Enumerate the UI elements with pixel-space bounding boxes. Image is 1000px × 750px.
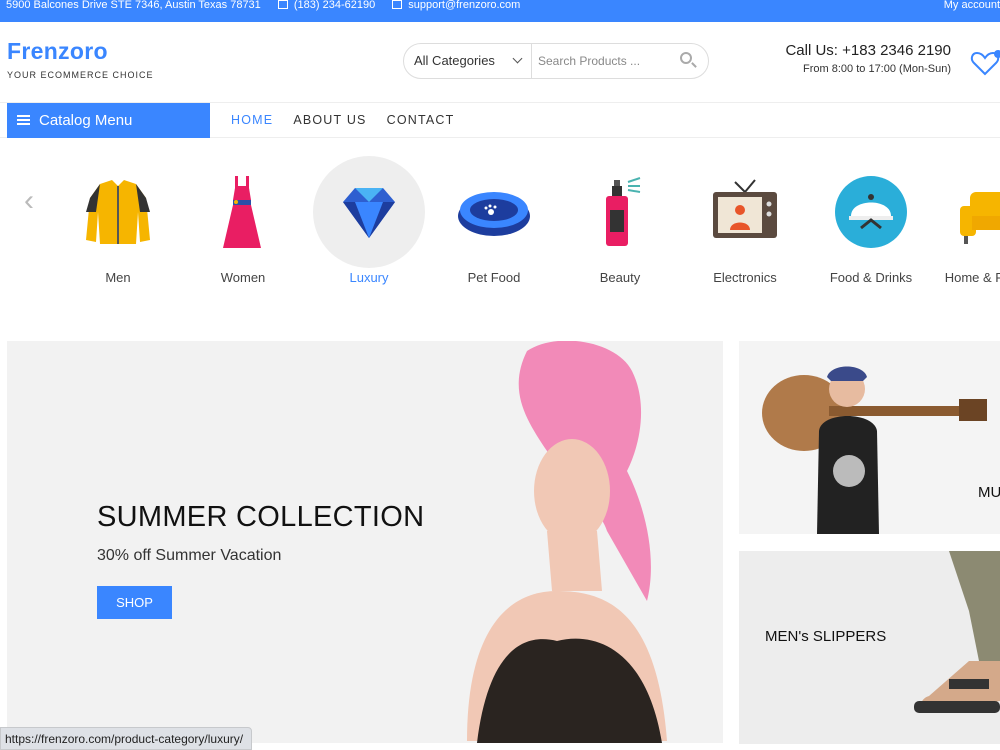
shop-button[interactable]: SHOP bbox=[97, 586, 172, 619]
category-women[interactable]: Women bbox=[183, 156, 303, 296]
nav-home[interactable]: HOME bbox=[231, 103, 273, 138]
heart-icon[interactable] bbox=[970, 50, 1000, 76]
hero-model-image bbox=[467, 341, 667, 743]
call-us-text: Call Us: +183 2346 2190 bbox=[785, 42, 951, 59]
email-text[interactable]: support@frenzoro.com bbox=[408, 0, 520, 11]
category-icon-bg bbox=[313, 156, 425, 268]
category-label: Beauty bbox=[599, 270, 641, 285]
hero-title: SUMMER COLLECTION bbox=[97, 501, 425, 533]
category-label: Pet Food bbox=[467, 270, 521, 285]
category-icon-bg bbox=[438, 156, 550, 268]
category-pet-food[interactable]: Pet Food bbox=[434, 156, 554, 296]
category-label: Luxury bbox=[349, 270, 389, 285]
top-bar: 5900 Balcones Drive STE 7346, Austin Tex… bbox=[0, 0, 1000, 22]
header: Frenzoro YOUR ECOMMERCE CHOICE All Categ… bbox=[0, 22, 1000, 102]
top-bar-contact: 5900 Balcones Drive STE 7346, Austin Tex… bbox=[6, 0, 526, 11]
category-food-drinks[interactable]: Food & Drinks bbox=[811, 156, 931, 296]
slippers-image bbox=[914, 551, 1000, 713]
chevron-left-icon[interactable]: ‹ bbox=[24, 186, 40, 216]
promo-slippers[interactable]: MEN's SLIPPERS bbox=[739, 551, 1000, 744]
mail-icon bbox=[392, 0, 403, 9]
status-url-text: https://frenzoro.com/product-category/lu… bbox=[5, 732, 244, 746]
promo-slippers-label: MEN's SLIPPERS bbox=[765, 628, 887, 645]
category-label: Men bbox=[105, 270, 131, 285]
category-home-furniture[interactable]: Home & Furniture bbox=[936, 156, 1000, 296]
category-icon-bg bbox=[187, 156, 299, 268]
hours-text: From 8:00 to 17:00 (Mon-Sun) bbox=[803, 63, 951, 75]
catalog-menu-button[interactable]: Catalog Menu bbox=[7, 103, 210, 138]
dress-icon bbox=[223, 176, 261, 248]
nav-contact[interactable]: CONTACT bbox=[387, 103, 455, 138]
promo-music-label: MUSIC bbox=[978, 484, 1000, 501]
my-account-link[interactable]: My account bbox=[944, 0, 1000, 11]
category-label: Women bbox=[220, 270, 266, 285]
category-icon-bg bbox=[62, 156, 174, 268]
category-label: Food & Drinks bbox=[829, 270, 913, 285]
category-icon-bg bbox=[689, 156, 801, 268]
main-nav: HOME ABOUT US CONTACT bbox=[231, 103, 454, 138]
sofa-icon bbox=[960, 192, 1000, 244]
search-bar: All Categories bbox=[403, 43, 709, 79]
search-icon[interactable] bbox=[680, 52, 692, 64]
promo-music[interactable]: MUSIC bbox=[739, 341, 1000, 534]
pet-bowl-icon bbox=[458, 192, 530, 236]
nav-bar: Catalog Menu HOME ABOUT US CONTACT bbox=[0, 102, 1000, 138]
category-men[interactable]: Men bbox=[58, 156, 178, 296]
hero-banner: SUMMER COLLECTION 30% off Summer Vacatio… bbox=[7, 341, 723, 743]
catalog-menu-label: Catalog Menu bbox=[39, 112, 133, 129]
cloche-icon bbox=[835, 176, 907, 248]
category-beauty[interactable]: Beauty bbox=[560, 156, 680, 296]
tagline: YOUR ECOMMERCE CHOICE bbox=[7, 70, 154, 80]
jacket-icon bbox=[86, 180, 150, 244]
search-input[interactable] bbox=[538, 50, 668, 72]
category-icon-bg bbox=[940, 156, 1000, 268]
category-electronics[interactable]: Electronics bbox=[685, 156, 805, 296]
address-text: 5900 Balcones Drive STE 7346, Austin Tex… bbox=[6, 0, 261, 11]
category-icon-bg bbox=[564, 156, 676, 268]
phone-icon bbox=[277, 0, 288, 9]
category-label: Home & Furniture bbox=[944, 270, 1000, 285]
category-select[interactable]: All Categories bbox=[404, 44, 532, 78]
phone-text[interactable]: (183) 234-62190 bbox=[294, 0, 375, 11]
category-icon-bg bbox=[815, 156, 927, 268]
guitar-man-image bbox=[762, 366, 987, 534]
category-carousel: ‹ Men Women Luxury Pet Food Beauty Elect… bbox=[0, 148, 1000, 298]
nav-about-us[interactable]: ABOUT US bbox=[293, 103, 366, 138]
hamburger-icon bbox=[17, 115, 30, 125]
logo[interactable]: Frenzoro bbox=[7, 38, 108, 65]
hero-subtitle: 30% off Summer Vacation bbox=[97, 547, 282, 564]
status-url: https://frenzoro.com/product-category/lu… bbox=[0, 727, 253, 750]
diamond-icon bbox=[343, 188, 395, 238]
category-luxury[interactable]: Luxury bbox=[309, 156, 429, 296]
perfume-icon bbox=[606, 177, 641, 246]
category-label: Electronics bbox=[713, 270, 777, 285]
tv-icon bbox=[713, 179, 777, 238]
